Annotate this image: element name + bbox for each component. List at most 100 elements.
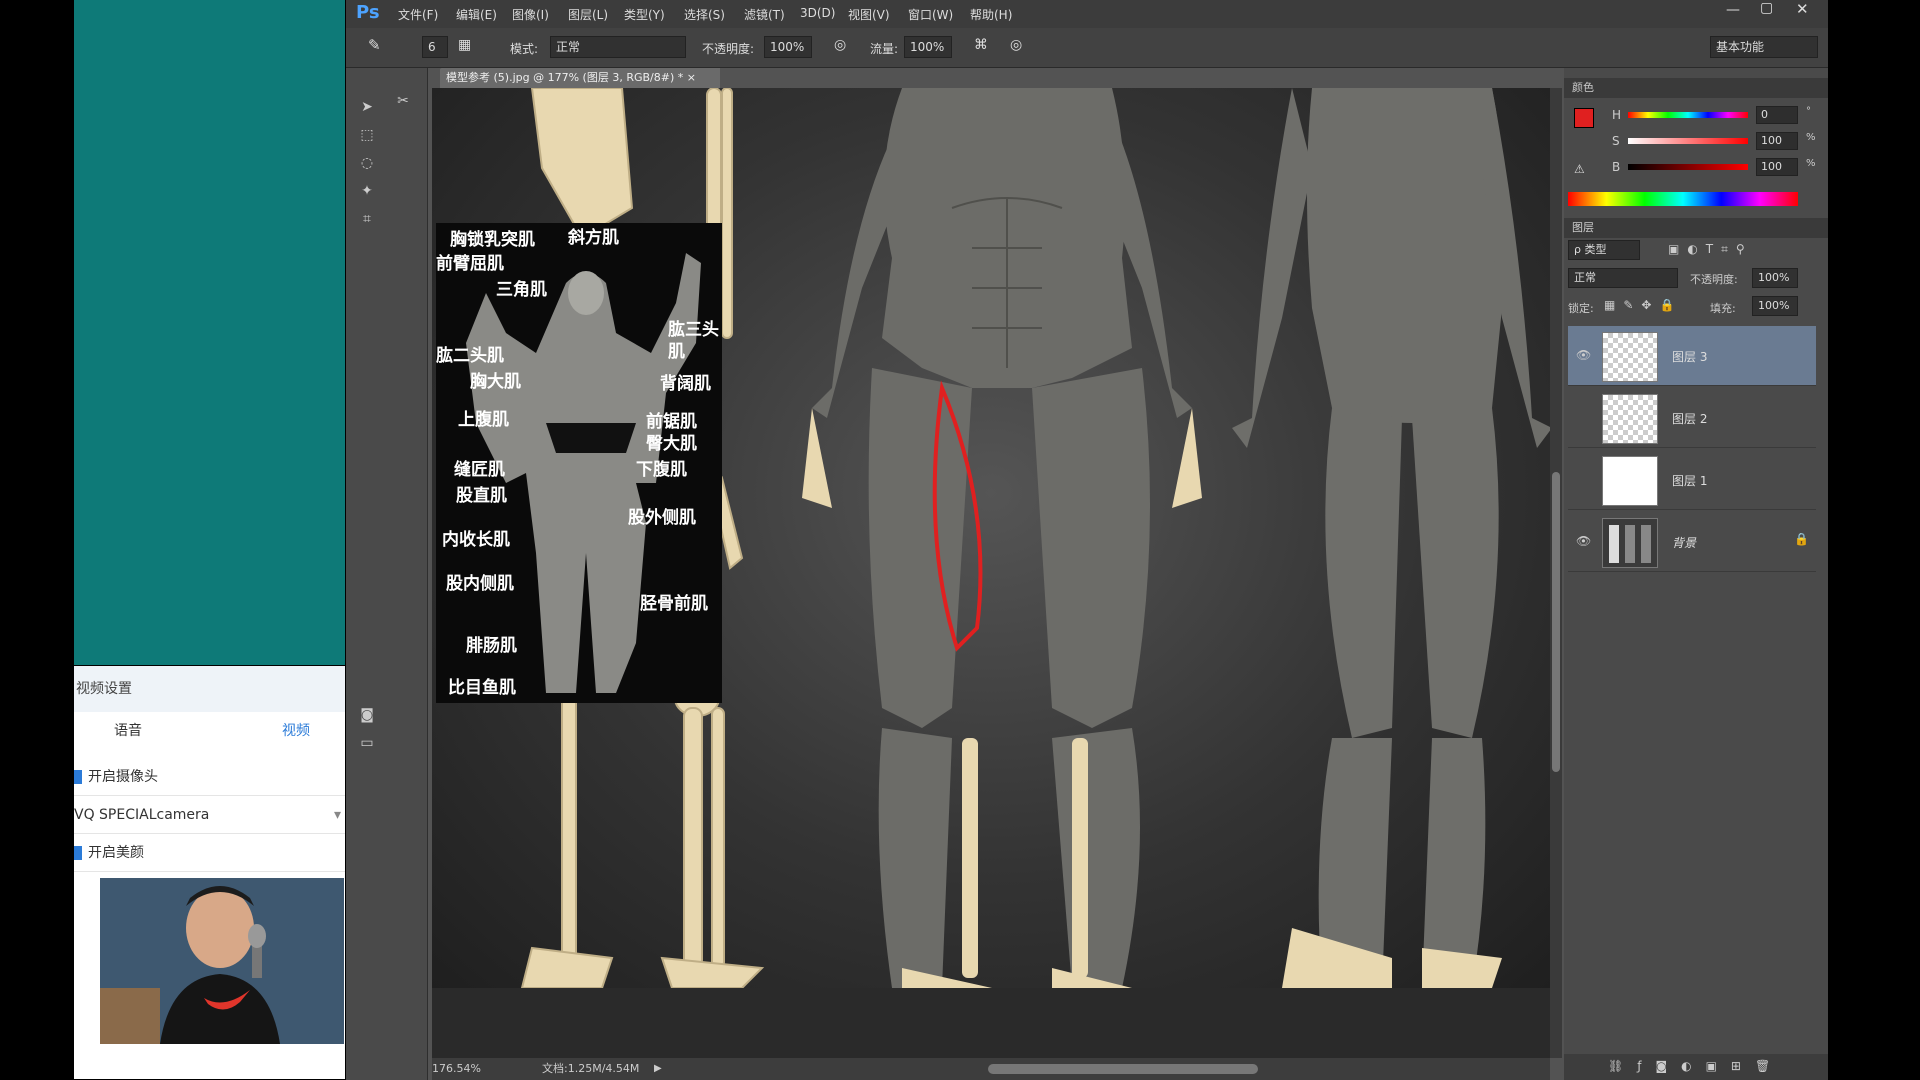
- flow-label: 流量:: [870, 42, 899, 56]
- menu-view[interactable]: 视图(V): [848, 6, 890, 23]
- menu-help[interactable]: 帮助(H): [970, 6, 1012, 23]
- layer-row[interactable]: 👁 图层 3: [1568, 326, 1816, 386]
- foreground-color-swatch[interactable]: [1574, 108, 1594, 128]
- camera-device-select[interactable]: VQ SPECIALcamera ▾: [74, 796, 345, 834]
- scroll-thumb[interactable]: [1552, 472, 1560, 772]
- toolbox: ➤ ⬚ ◌ ✦ ⌗ ✂ ◙ ▭: [346, 68, 428, 1080]
- video-settings-title: 视频设置: [74, 666, 345, 712]
- enable-beauty-row[interactable]: 开启美颜: [74, 834, 345, 872]
- layer-opacity-field[interactable]: 100%: [1752, 268, 1798, 288]
- document-canvas[interactable]: 胸锁乳突肌 斜方肌 前臂屈肌 三角肌 肱二头肌 肱三头肌 胸大肌 背阔肌 上腹肌…: [432, 88, 1550, 988]
- saturation-slider[interactable]: [1628, 138, 1748, 144]
- crop-tool-icon[interactable]: ⌗: [354, 208, 380, 230]
- tab-video[interactable]: 视频: [282, 720, 310, 740]
- lock-icon: 🔒: [1794, 532, 1809, 546]
- layer-row[interactable]: 图层 2: [1568, 388, 1816, 448]
- layer-name: 图层 2: [1672, 412, 1708, 426]
- b-label: B: [1612, 160, 1621, 174]
- flow-field[interactable]: 100%: [904, 36, 952, 58]
- menu-file[interactable]: 文件(F): [398, 6, 438, 23]
- enable-beauty-label: 开启美颜: [88, 845, 144, 861]
- fill-field[interactable]: 100%: [1752, 296, 1798, 316]
- checkbox-icon[interactable]: [74, 770, 82, 784]
- layer-action-icons[interactable]: ⛓ƒ◙◐▣⊞🗑: [1608, 1059, 1784, 1073]
- muscle-label: 胫骨前肌: [640, 594, 708, 614]
- layer-row[interactable]: 👁 背景 🔒: [1568, 512, 1816, 572]
- vertical-scrollbar[interactable]: [1550, 88, 1562, 1058]
- enable-camera-row[interactable]: 开启摄像头: [74, 758, 345, 796]
- pressure-opacity-icon[interactable]: ◎: [834, 37, 846, 53]
- muscle-label: 股外侧肌: [628, 508, 696, 528]
- mode-label: 模式:: [510, 42, 539, 56]
- layer-name: 图层 3: [1672, 350, 1708, 364]
- layer-filter-icons[interactable]: ▣◐T⌗⚲: [1668, 242, 1753, 257]
- play-icon[interactable]: ▶: [654, 1058, 662, 1080]
- canvas-area[interactable]: 胸锁乳突肌 斜方肌 前臂屈肌 三角肌 肱二头肌 肱三头肌 胸大肌 背阔肌 上腹肌…: [432, 88, 1550, 1058]
- lasso-tool-icon[interactable]: ◌: [354, 152, 380, 174]
- reference-photo: 胸锁乳突肌 斜方肌 前臂屈肌 三角肌 肱二头肌 肱三头肌 胸大肌 背阔肌 上腹肌…: [436, 223, 722, 703]
- muscle-label: 上腹肌: [458, 410, 509, 430]
- muscle-label: 比目鱼肌: [448, 678, 516, 698]
- tool-options-icon[interactable]: ✂: [390, 90, 416, 112]
- photoshop-window: Ps 文件(F) 编辑(E) 图像(I) 图层(L) 类型(Y) 选择(S) 滤…: [346, 0, 1828, 1080]
- muscle-label: 腓肠肌: [466, 636, 517, 656]
- move-tool-icon[interactable]: ➤: [354, 96, 380, 118]
- menu-select[interactable]: 选择(S): [684, 6, 725, 23]
- opacity-label: 不透明度:: [702, 42, 755, 56]
- b-value[interactable]: 100: [1756, 158, 1798, 176]
- menu-type[interactable]: 类型(Y): [624, 6, 665, 23]
- close-icon[interactable]: ✕: [1796, 0, 1809, 18]
- airbrush-icon[interactable]: ⌘: [974, 37, 988, 53]
- brightness-slider[interactable]: [1628, 164, 1748, 170]
- document-tab[interactable]: 模型参考 (5).jpg @ 177% (图层 3, RGB/8#) * ×: [440, 68, 720, 88]
- eye-icon[interactable]: 👁: [1576, 534, 1591, 548]
- gamut-warning-icon[interactable]: ⚠: [1574, 162, 1585, 176]
- options-bar: ✎ 6 ▦ 模式: 正常 不透明度: 100% ◎ 流量: 100% ⌘ ◎ 基…: [346, 28, 1828, 68]
- lock-icons[interactable]: ▦✎✥🔒: [1604, 298, 1682, 312]
- muscle-label: 胸锁乳突肌: [450, 230, 535, 250]
- status-bar: 176.54% 文档:1.25M/4.54M ▶: [432, 1058, 1550, 1080]
- brush-tool-icon[interactable]: ✎: [368, 36, 381, 54]
- h-label: H: [1612, 108, 1622, 122]
- muscle-label: 三角肌: [496, 280, 547, 300]
- marquee-tool-icon[interactable]: ⬚: [354, 124, 380, 146]
- blend-mode-select[interactable]: 正常: [1568, 268, 1678, 288]
- h-value[interactable]: 0: [1756, 106, 1798, 124]
- muscle-label: 斜方肌: [568, 228, 619, 248]
- hue-slider[interactable]: [1628, 112, 1748, 118]
- brush-panel-icon[interactable]: ▦: [458, 37, 471, 53]
- eye-icon[interactable]: 👁: [1576, 348, 1591, 362]
- minimize-icon[interactable]: —: [1726, 2, 1740, 18]
- opacity-field[interactable]: 100%: [764, 36, 812, 58]
- zoom-level[interactable]: 176.54%: [432, 1058, 481, 1080]
- layer-filter-select[interactable]: ρ 类型: [1568, 240, 1640, 260]
- mode-select[interactable]: 正常: [550, 36, 686, 58]
- layers-panel-title: 图层: [1564, 218, 1828, 238]
- quick-mask-icon[interactable]: ◙: [354, 704, 380, 726]
- magic-wand-icon[interactable]: ✦: [354, 180, 380, 202]
- s-value[interactable]: 100: [1756, 132, 1798, 150]
- menu-window[interactable]: 窗口(W): [908, 6, 953, 23]
- s-unit: %: [1806, 132, 1816, 143]
- muscle-label: 前臂屈肌: [436, 254, 504, 274]
- brush-size-field[interactable]: 6: [422, 36, 448, 58]
- stream-panel: 视频设置 语音 视频 开启摄像头 VQ SPECIALcamera ▾ 开启美颜: [0, 0, 346, 1080]
- tab-audio[interactable]: 语音: [114, 720, 142, 740]
- layer-name: 图层 1: [1672, 474, 1708, 488]
- menu-edit[interactable]: 编辑(E): [456, 6, 497, 23]
- workspace-select[interactable]: 基本功能: [1710, 36, 1818, 58]
- screen-mode-icon[interactable]: ▭: [354, 732, 380, 754]
- color-panel-title: 颜色: [1564, 78, 1828, 98]
- layer-row[interactable]: 图层 1: [1568, 450, 1816, 510]
- fill-label: 填充:: [1710, 302, 1736, 315]
- menu-layer[interactable]: 图层(L): [568, 6, 608, 23]
- pressure-size-icon[interactable]: ◎: [1010, 37, 1022, 53]
- menu-3d[interactable]: 3D(D): [800, 6, 835, 20]
- menu-filter[interactable]: 滤镜(T): [744, 6, 785, 23]
- checkbox-icon[interactable]: [74, 846, 82, 860]
- menu-image[interactable]: 图像(I): [512, 6, 549, 23]
- color-spectrum-bar[interactable]: [1568, 192, 1798, 206]
- horizontal-scrollbar[interactable]: [988, 1064, 1258, 1074]
- background-thumb-image: [1603, 519, 1657, 567]
- maximize-icon[interactable]: ▢: [1760, 0, 1773, 16]
